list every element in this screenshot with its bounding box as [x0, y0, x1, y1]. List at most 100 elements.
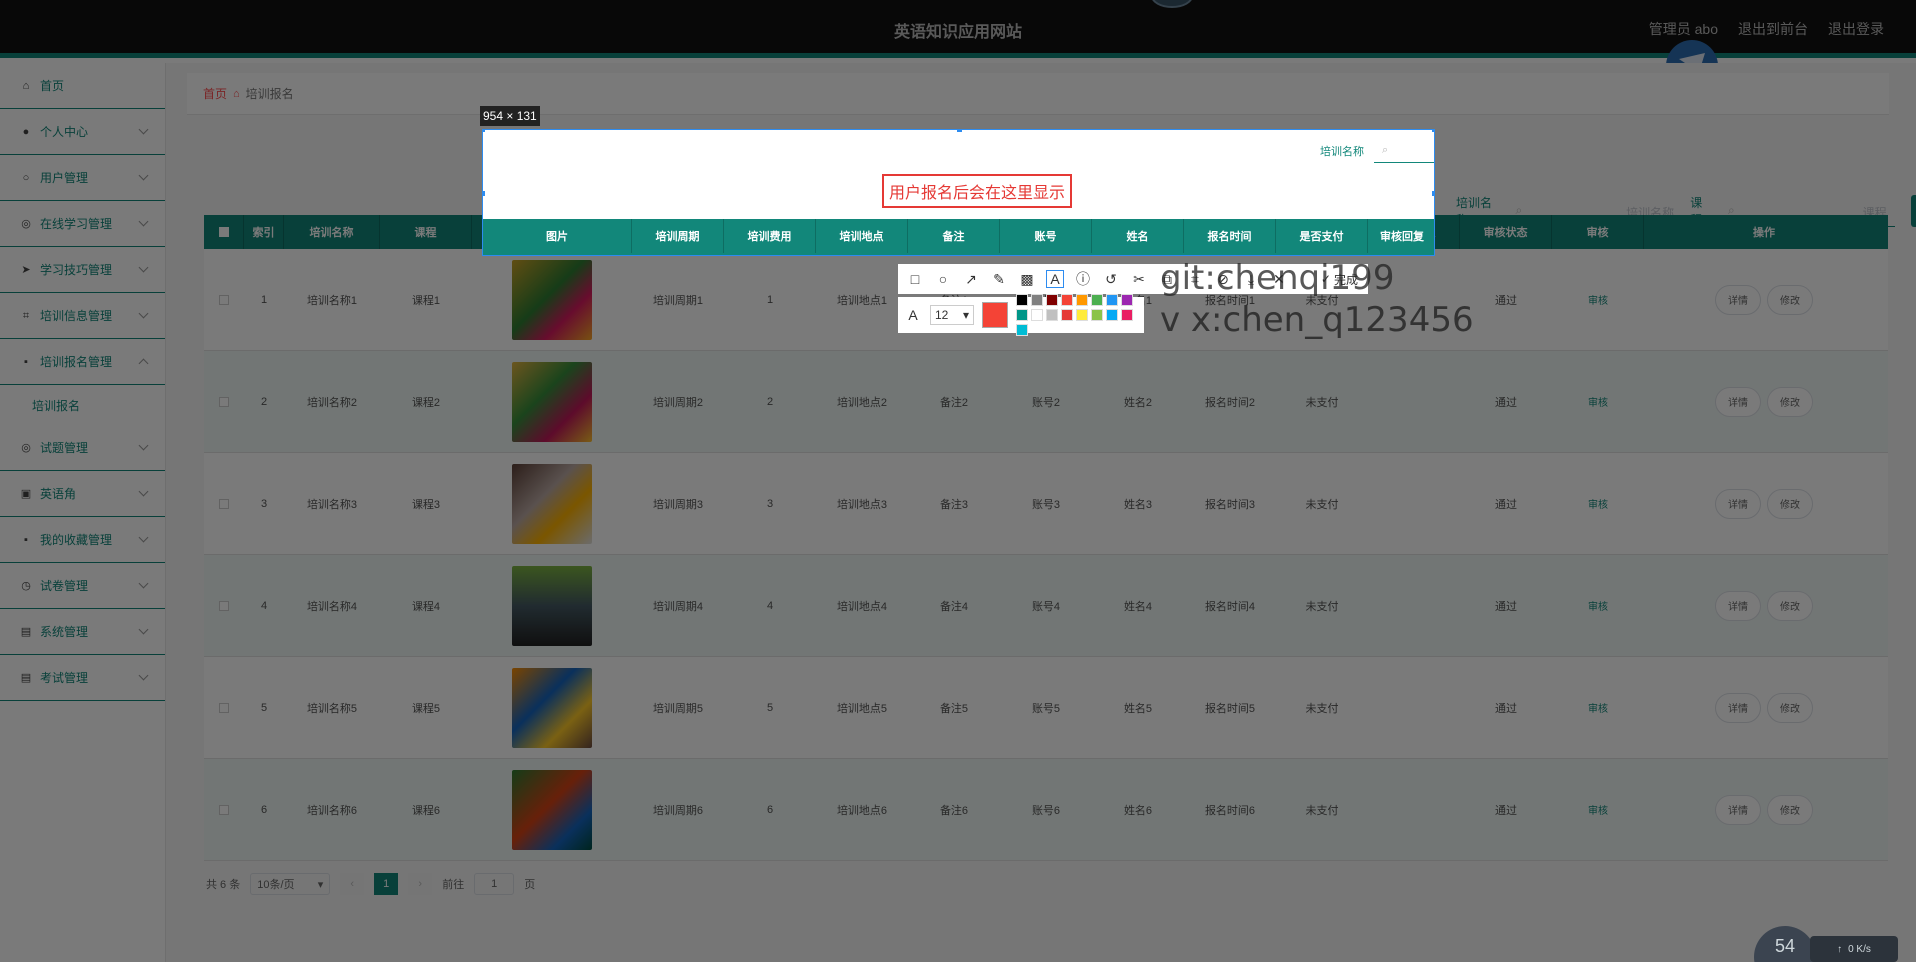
resize-handle[interactable] — [1432, 191, 1434, 196]
cell-place: 培训地点3 — [836, 498, 888, 511]
detail-button[interactable]: 详情 — [1715, 488, 1761, 519]
color-swatch[interactable] — [1106, 294, 1118, 306]
edit-button[interactable]: 修改 — [1767, 794, 1813, 825]
audit-link[interactable]: 审核 — [1588, 700, 1608, 715]
scissors-icon[interactable]: ✂ — [1130, 270, 1148, 288]
detail-button[interactable]: 详情 — [1715, 590, 1761, 621]
color-swatch[interactable] — [1016, 309, 1028, 321]
font-size-select[interactable]: 12 ▾ — [930, 305, 974, 325]
sidebar-item-questions[interactable]: ◎ 试题管理 — [0, 425, 165, 471]
mosaic-tool-icon[interactable]: ▩ — [1018, 270, 1036, 288]
edit-button[interactable]: 修改 — [1767, 386, 1813, 417]
row-checkbox[interactable] — [219, 702, 229, 713]
row-checkbox[interactable] — [219, 600, 229, 611]
edit-button[interactable]: 修改 — [1767, 590, 1813, 621]
sidebar-item-personal[interactable]: ● 个人中心 — [0, 109, 165, 155]
back-to-front-link[interactable]: 退出到前台 — [1738, 19, 1808, 39]
pen-tool-icon[interactable]: ✎ — [990, 270, 1008, 288]
sidebar-item-training-signup[interactable]: ▪ 培训报名管理 — [0, 339, 165, 385]
row-checkbox[interactable] — [219, 396, 229, 407]
sidebar-item-exams[interactable]: ▤ 考试管理 — [0, 655, 165, 701]
color-swatch[interactable] — [1091, 309, 1103, 321]
select-all-checkbox[interactable] — [218, 227, 229, 237]
col-header: 操作 — [1753, 227, 1775, 239]
rectangle-tool-icon[interactable]: □ — [906, 270, 924, 288]
color-swatch[interactable] — [1061, 309, 1073, 321]
color-swatch[interactable] — [1031, 309, 1043, 321]
edit-button[interactable]: 修改 — [1767, 284, 1813, 315]
goto-page-input[interactable]: 1 — [474, 873, 515, 895]
color-swatch[interactable] — [1121, 309, 1133, 321]
detail-button[interactable]: 详情 — [1715, 794, 1761, 825]
color-swatch[interactable] — [1046, 309, 1058, 321]
training-image — [512, 463, 592, 544]
breadcrumb: 首页 ⌂ 培训报名 — [187, 73, 1889, 115]
sidebar-item-home[interactable]: ⌂ 首页 — [0, 63, 165, 109]
row-checkbox[interactable] — [219, 498, 229, 509]
detail-button[interactable]: 详情 — [1715, 386, 1761, 417]
color-swatch[interactable] — [1016, 294, 1028, 306]
color-swatch[interactable] — [1106, 309, 1118, 321]
color-swatch[interactable] — [1091, 294, 1103, 306]
sidebar-item-label: 我的收藏管理 — [40, 533, 113, 547]
query-button[interactable]: 查询⌕ — [1910, 195, 1916, 227]
sidebar-item-label: 学习技巧管理 — [40, 263, 113, 277]
page-size-select[interactable]: 10条/页 ▾ — [250, 873, 331, 895]
color-swatch[interactable] — [1061, 294, 1073, 306]
page-number[interactable]: 1 — [374, 873, 399, 895]
number-tool-icon[interactable]: ⓘ — [1074, 270, 1092, 288]
resize-handle[interactable] — [957, 130, 962, 132]
breadcrumb-home[interactable]: 首页 — [203, 85, 227, 102]
sidebar-subitem-signup[interactable]: 培训报名 — [0, 385, 165, 425]
cell-person-name: 姓名4 — [1123, 600, 1153, 613]
undo-icon[interactable]: ↺ — [1102, 270, 1120, 288]
cell-actions: 详情 修改 — [1644, 249, 1884, 350]
cell-actions: 详情 修改 — [1644, 759, 1884, 860]
cell-note: 备注5 — [939, 702, 969, 715]
audit-link[interactable]: 审核 — [1588, 292, 1608, 307]
sidebar-item-online-study[interactable]: ◎ 在线学习管理 — [0, 201, 165, 247]
table-body: 1培训名称1课程1培训周期11培训地点1备注1账号1姓名1报名时间1未支付通过审… — [204, 249, 1888, 861]
resize-handle[interactable] — [1432, 130, 1434, 132]
audit-link[interactable]: 审核 — [1588, 496, 1608, 511]
color-swatch[interactable] — [1076, 294, 1088, 306]
prev-page-button[interactable]: ‹ — [340, 873, 365, 895]
col-header: 账号 — [1000, 219, 1092, 253]
color-swatch[interactable] — [1016, 324, 1028, 336]
sidebar-item-favorites[interactable]: ▪ 我的收藏管理 — [0, 517, 165, 563]
color-swatch[interactable] — [1046, 294, 1058, 306]
sidebar-item-label: 培训报名管理 — [40, 355, 113, 369]
row-checkbox[interactable] — [219, 804, 229, 815]
audit-link[interactable]: 审核 — [1588, 394, 1608, 409]
audit-link[interactable]: 审核 — [1588, 598, 1608, 613]
sidebar-item-training-info[interactable]: ⌗ 培训信息管理 — [0, 293, 165, 339]
color-swatch[interactable] — [1121, 294, 1133, 306]
resize-handle[interactable] — [483, 130, 485, 132]
next-page-button[interactable]: › — [408, 873, 433, 895]
cell-fee: 2 — [766, 395, 774, 408]
row-checkbox[interactable] — [219, 294, 229, 305]
ellipse-tool-icon[interactable]: ○ — [934, 270, 952, 288]
cell-signup-time: 报名时间2 — [1204, 396, 1256, 409]
color-swatch[interactable] — [1031, 294, 1043, 306]
chat-icon: ▪ — [24, 355, 28, 368]
color-swatch[interactable] — [1076, 309, 1088, 321]
edit-button[interactable]: 修改 — [1767, 488, 1813, 519]
current-color-swatch[interactable] — [982, 302, 1008, 328]
edit-button[interactable]: 修改 — [1767, 692, 1813, 723]
detail-button[interactable]: 详情 — [1715, 692, 1761, 723]
sidebar-item-users[interactable]: ○ 用户管理 — [0, 155, 165, 201]
sidebar-item-papers[interactable]: ◷ 试卷管理 — [0, 563, 165, 609]
sidebar-item-english-corner[interactable]: ▣ 英语角 — [0, 471, 165, 517]
logout-link[interactable]: 退出登录 — [1828, 19, 1884, 39]
col-header: 培训费用 — [724, 219, 816, 253]
sidebar-item-system[interactable]: ▤ 系统管理 — [0, 609, 165, 655]
detail-button[interactable]: 详情 — [1715, 284, 1761, 315]
text-tool-icon[interactable]: A — [1046, 270, 1064, 288]
cell-image — [472, 759, 632, 860]
annotation-text-box[interactable]: 用户报名后会在这里显示 — [882, 174, 1072, 208]
sidebar-item-study-tips[interactable]: ➤ 学习技巧管理 — [0, 247, 165, 293]
arrow-tool-icon[interactable]: ↗ — [962, 270, 980, 288]
audit-link[interactable]: 审核 — [1588, 802, 1608, 817]
resize-handle[interactable] — [483, 191, 485, 196]
